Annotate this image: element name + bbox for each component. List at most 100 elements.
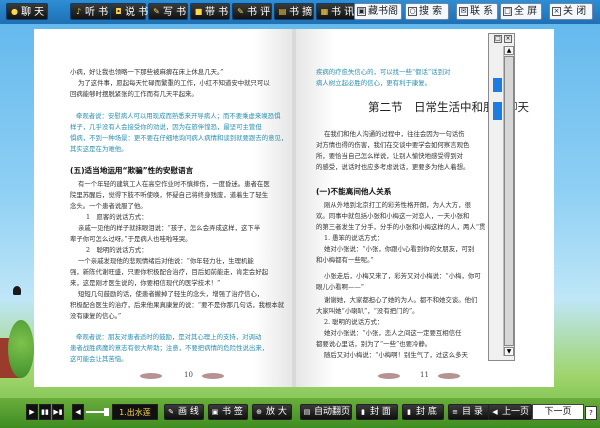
text-line: 在我们和他人沟通的过程中，往往会因为一句话伤 — [324, 130, 465, 138]
text-line: 欢。同事中就包括小张和小梅这一对恋人，一天小张和 — [316, 212, 470, 220]
highlight-block — [493, 78, 502, 92]
top-toolbar: ● 聊 天 ♪ 听 书 ◘ 说 书 ✎ 写 书 ■ 带 书 ✎ 书 评 ▤ 书 摘 ▦ 书 讯 … — [0, 0, 600, 24]
contents-button[interactable]: ≡ 目 录 — [448, 404, 490, 420]
text-line: 回病能够时摆脱紧张的工作而有几天平起来。 — [70, 90, 198, 98]
text-line: 念头。一个患者说服了他。 — [70, 202, 147, 210]
chat-icon: ● — [11, 7, 18, 16]
note-line: 疾病的疗愈失信心的，可以找一些“假话”话到对 — [316, 68, 451, 76]
close-icon: × — [552, 7, 561, 16]
text-line: 没有康复的信心。” — [70, 312, 122, 320]
contact-icon: ✉ — [459, 7, 468, 16]
note-line: 这可能会让其苦恼。 — [70, 355, 128, 363]
note-line: 患者战胜病魔的意志有很大帮助；注意，不要把病情的危险性说出来， — [70, 344, 269, 352]
left-page[interactable]: 小病，好让我也领略一下那些被麻痹在床上休息几天。” 为了这件事，愿起每天忙碌而繁… — [34, 29, 292, 387]
fullscreen-icon: □ — [503, 7, 512, 16]
news-button[interactable]: ▦ 书 讯 — [316, 3, 356, 20]
chat-button[interactable]: ● 聊 天 — [6, 3, 48, 20]
ornament — [378, 373, 400, 379]
ornament — [438, 373, 460, 379]
listen-button[interactable]: ♪ 听 书 — [70, 3, 112, 20]
note-line: 牵观者说：安慰病人可以用现成而熟悉来开导病人；而不要乘虚来唤恐惧 — [76, 112, 281, 120]
skip-icon[interactable]: ▶▮ — [52, 404, 64, 420]
close-button[interactable]: × 关 闭 — [549, 3, 593, 20]
audio-track-label[interactable]: 1.出水莲 — [112, 404, 158, 420]
library-icon: ▣ — [357, 7, 366, 16]
scroll-up-arrow-icon[interactable]: ▲ — [504, 46, 514, 55]
pause-icon[interactable]: ▮▮ — [39, 404, 51, 420]
right-page[interactable]: 疾病的疗愈失信心的，可以找一些“假话”话到对 病人树立起必胜的信心，更有利于康复… — [296, 29, 554, 387]
text-line: 随后又对小梅说：“小梅啊！别生气了，过这么多天 — [324, 351, 468, 359]
search-button[interactable]: ○ 搜 索 — [405, 3, 449, 20]
write-button[interactable]: ✎ 写 书 — [148, 3, 188, 20]
help-icon[interactable]: ? — [585, 406, 597, 420]
text-line: 小病，好让我也领略一下那些被麻痹在床上休息几天。” — [70, 68, 224, 76]
floating-panel[interactable]: □ × ▲ ▼ — [488, 33, 515, 361]
write-icon: ✎ — [153, 7, 160, 16]
text-line: 强，新陈代谢旺盛，只要你积极配合治疗，目后如前能走，肯定会好起 — [70, 268, 269, 276]
text-line: 来，这是刚才医生说的，你要相信现代的医学技术！” — [70, 279, 221, 287]
text-line: 一个亲戚发现他的悲观情绪后对他说：“你年轻力壮，生理机能 — [78, 257, 254, 265]
review-button[interactable]: ✎ 书 评 — [232, 3, 272, 20]
text-line: 的第三者发生了分手，分手的小张和小梅这样的人，两人“贯 — [316, 223, 486, 231]
draw-line-button[interactable]: ✎ 画 线 — [164, 404, 204, 420]
speak-icon: ◘ — [115, 7, 122, 16]
note-line: 惧病，不到一种场景：更不要在仔细地询问病人病情和谈到就要跟去的意见， — [70, 134, 288, 142]
fullscreen-button[interactable]: □ 全 屏 — [500, 3, 542, 20]
text-line: 院里苏醒后，觉得下肢不听使唤，怀疑自己将终身残废，道着生了轻生 — [70, 191, 269, 199]
back-cover-icon: ▮ — [407, 408, 411, 416]
news-icon: ▦ — [320, 7, 329, 16]
book-spread: 小病，好让我也领略一下那些被麻痹在床上休息几天。” 为了这件事，愿起每天忙碌而繁… — [34, 29, 554, 387]
cover-icon: ▮ — [361, 408, 365, 416]
excerpt-button[interactable]: ▤ 书 摘 — [274, 3, 314, 20]
volume-icon[interactable]: ◀ — [72, 404, 84, 420]
book-bag-icon: ■ — [194, 7, 203, 16]
note-line: 其实这是在为难他。 — [70, 145, 128, 153]
minimize-button[interactable]: □ — [494, 35, 502, 43]
prev-page-button[interactable]: ◀ 上一页 — [488, 404, 532, 420]
note-line: 病人树立起必胜的信心，更有利于康复。 — [316, 79, 432, 87]
auto-flip-button[interactable]: ▤ 自动翻页 — [300, 404, 352, 420]
text-line: 眼儿小看啊——” — [316, 283, 365, 291]
section-heading: (五)适当地运用“欺骗”性的安慰语言 — [70, 166, 194, 175]
text-line: 刚从外地到北京打工的彩芳性格开朗，为人大方，很 — [324, 201, 471, 209]
zoom-icon: ⊕ — [256, 408, 262, 416]
text-line: 她对小张说：“小张，你跟小心看到你的女朋友，可别 — [324, 245, 475, 253]
text-line: 都要说心里话，别为了“一些”也要冷静。 — [316, 340, 432, 348]
text-line: 1 愿客的说话方式： — [86, 213, 148, 221]
back-cover-button[interactable]: ▮ 封 底 — [402, 404, 444, 420]
text-line: 谢谢她，大家都担心了她的为人。都不和她交谈。他们 — [324, 296, 478, 304]
highlight-block — [493, 102, 502, 120]
text-line: 大家叫她“小喇叭”，“没有把门的”。 — [316, 307, 419, 315]
excerpt-icon: ▤ — [278, 7, 287, 16]
text-line: 的感受，说话时也应多考虑说话，更要多为他人着想。 — [316, 163, 470, 171]
search-icon: ○ — [408, 7, 417, 16]
prev-icon: ◀ — [492, 408, 498, 416]
page-number: 11 — [420, 371, 429, 379]
note-line: 牵观者说：朋友对患者适时的鼓励，是对其心理上的支持，对调动 — [76, 333, 262, 341]
next-page-button[interactable]: 下一页 — [532, 404, 584, 420]
tree-decoration — [8, 320, 34, 378]
bookmark-button[interactable]: ▣ 书 签 — [208, 404, 248, 420]
text-line: 和小梅都有一些呢。” — [316, 256, 374, 264]
carry-book-button[interactable]: ■ 带 书 — [190, 3, 230, 20]
play-icon[interactable]: ▶ — [26, 404, 38, 420]
panel-close-button[interactable]: × — [504, 35, 512, 43]
text-line: 积极配合医生的治疗，后来他果真康复的说：“要不是你那几句话，我根本就 — [70, 301, 285, 309]
scrollbar[interactable]: ▲ ▼ — [503, 46, 514, 356]
scroll-thumb[interactable] — [504, 56, 514, 346]
text-line: 2 聪明的说话方式： — [86, 246, 148, 254]
volume-thumb[interactable] — [104, 408, 109, 416]
scroll-down-arrow-icon[interactable]: ▼ — [504, 347, 514, 356]
pen-icon: ✎ — [168, 408, 174, 416]
ornament — [202, 373, 224, 379]
listen-icon: ♪ — [75, 7, 82, 16]
ornament — [140, 373, 162, 379]
library-button[interactable]: ▣ 藏书阁 — [354, 3, 402, 20]
zoom-button[interactable]: ⊕ 放 大 — [252, 404, 292, 420]
contact-button[interactable]: ✉ 联 系 — [456, 3, 498, 20]
text-line: 亲戚一见他的样子就抹眼泪说：“孩子，怎么会弄成这样，这下半 — [78, 224, 261, 232]
bookmark-icon: ▣ — [211, 408, 219, 416]
speak-button[interactable]: ◘ 说 书 — [110, 3, 148, 20]
cover-button[interactable]: ▮ 封 面 — [356, 404, 398, 420]
text-line: 有一个年轻的建筑工人在高空作业时不慎摔伤，一度昏迷。患者在医 — [78, 180, 270, 188]
